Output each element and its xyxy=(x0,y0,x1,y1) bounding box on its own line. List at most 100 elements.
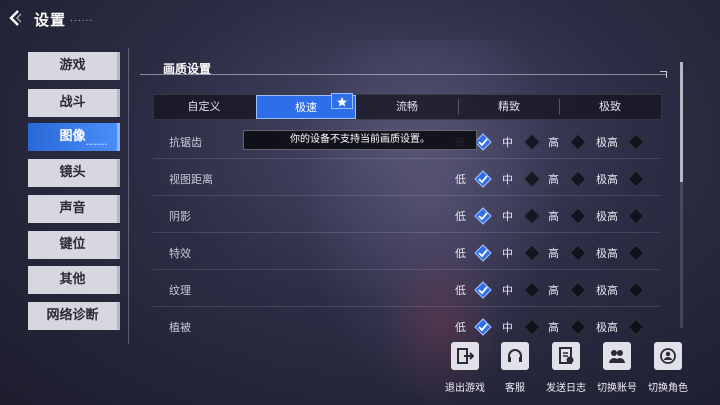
option-selected-radio[interactable] xyxy=(474,281,492,299)
setting-label: 视图距离 xyxy=(169,173,213,186)
switch-character-button[interactable]: 切换角色 xyxy=(638,342,698,394)
sidebar-item-other[interactable]: 其他 xyxy=(28,266,120,294)
star-icon xyxy=(337,97,347,107)
quality-preset-bar: 自定义 极速 流畅 精致 极致 xyxy=(153,94,662,120)
option-label: 低 xyxy=(455,173,466,186)
option-label: 高 xyxy=(548,173,559,186)
setting-label: 特效 xyxy=(169,247,191,260)
preset-fine[interactable]: 精致 xyxy=(459,95,559,119)
option-label: 极高 xyxy=(596,284,618,297)
scrollbar-thumb[interactable] xyxy=(680,62,683,182)
check-diamond-icon xyxy=(474,281,492,299)
option-radio[interactable] xyxy=(523,133,541,151)
option-label: 低 xyxy=(455,210,466,223)
title-decoration: ...... xyxy=(70,14,94,24)
option-selected-radio[interactable] xyxy=(474,207,492,225)
back-button[interactable] xyxy=(6,9,24,27)
send-log-icon-box xyxy=(552,342,580,370)
sidebar-item-graphics[interactable]: 图像 ........ xyxy=(28,123,120,151)
switch-account-icon xyxy=(609,350,625,363)
switch-account-icon-box xyxy=(603,342,631,370)
option-label: 中 xyxy=(502,210,513,223)
sidebar-divider xyxy=(128,48,129,344)
option-label: 低 xyxy=(455,247,466,260)
option-label: 高 xyxy=(548,210,559,223)
row-divider xyxy=(153,232,660,233)
recommended-badge xyxy=(331,93,353,109)
sidebar-item-camera[interactable]: 镜头 xyxy=(28,159,120,187)
option-radio[interactable] xyxy=(523,244,541,262)
option-label: 中 xyxy=(502,321,513,334)
chevron-left-icon xyxy=(9,10,22,26)
option-label: 中 xyxy=(502,284,513,297)
option-radio[interactable] xyxy=(569,244,587,262)
setting-row: 特效 低 中 高 极高 xyxy=(153,234,660,270)
sidebar-item-label: 图像 xyxy=(59,129,86,144)
check-diamond-icon xyxy=(474,207,492,225)
option-selected-radio[interactable] xyxy=(474,170,492,188)
headset-icon xyxy=(508,349,522,362)
header: 设置 ...... xyxy=(0,0,160,36)
option-radio[interactable] xyxy=(523,170,541,188)
setting-row: 阴影 低 中 高 极高 xyxy=(153,197,660,233)
sidebar-item-game[interactable]: 游戏 xyxy=(28,52,120,80)
option-radio[interactable] xyxy=(627,281,645,299)
preset-smooth[interactable]: 流畅 xyxy=(357,95,457,119)
option-label: 极高 xyxy=(596,136,618,149)
setting-label: 纹理 xyxy=(169,284,191,297)
exit-door-icon xyxy=(457,348,474,364)
option-label: 高 xyxy=(548,136,559,149)
sidebar-item-combat[interactable]: 战斗 xyxy=(28,89,120,117)
preset-custom[interactable]: 自定义 xyxy=(154,95,254,119)
option-label: 极高 xyxy=(596,173,618,186)
setting-row: 植被 低 中 高 极高 xyxy=(153,308,660,344)
option-radio[interactable] xyxy=(627,207,645,225)
option-selected-radio[interactable] xyxy=(474,244,492,262)
option-selected-radio[interactable] xyxy=(474,318,492,336)
option-label: 高 xyxy=(548,284,559,297)
option-radio[interactable] xyxy=(627,170,645,188)
exit-game-icon-box xyxy=(451,342,479,370)
option-label: 低 xyxy=(455,321,466,334)
option-radio[interactable] xyxy=(569,133,587,151)
row-divider xyxy=(153,306,660,307)
option-label: 极高 xyxy=(596,247,618,260)
option-radio[interactable] xyxy=(523,281,541,299)
section-divider-end xyxy=(660,71,667,78)
row-divider xyxy=(153,269,660,270)
option-radio[interactable] xyxy=(569,170,587,188)
customer-service-icon-box xyxy=(501,342,529,370)
option-radio[interactable] xyxy=(569,318,587,336)
option-radio[interactable] xyxy=(627,244,645,262)
sidebar-item-network[interactable]: 网络诊断 xyxy=(28,302,120,330)
check-diamond-icon xyxy=(474,170,492,188)
section-divider xyxy=(140,74,666,75)
switch-character-icon xyxy=(660,348,676,364)
option-label: 极高 xyxy=(596,210,618,223)
page-title: 设置 xyxy=(34,11,67,29)
option-radio[interactable] xyxy=(627,133,645,151)
preset-ultimate[interactable]: 极致 xyxy=(560,95,660,119)
row-divider xyxy=(153,195,660,196)
option-radio[interactable] xyxy=(569,281,587,299)
option-label: 高 xyxy=(548,247,559,260)
setting-label: 阴影 xyxy=(169,210,191,223)
row-divider xyxy=(153,158,660,159)
active-indicator-dots: ........ xyxy=(85,139,107,147)
option-label: 高 xyxy=(548,321,559,334)
setting-row: 视图距离 低 中 高 极高 xyxy=(153,160,660,196)
option-radio[interactable] xyxy=(523,207,541,225)
check-diamond-icon xyxy=(474,318,492,336)
option-radio[interactable] xyxy=(627,318,645,336)
option-label: 中 xyxy=(502,173,513,186)
setting-label: 植被 xyxy=(169,321,191,334)
option-radio[interactable] xyxy=(569,207,587,225)
option-label: 极高 xyxy=(596,321,618,334)
option-radio[interactable] xyxy=(523,318,541,336)
send-log-icon xyxy=(559,347,574,364)
sidebar-item-audio[interactable]: 声音 xyxy=(28,195,120,223)
setting-label: 抗锯齿 xyxy=(169,136,202,149)
sidebar-item-keybinds[interactable]: 键位 xyxy=(28,231,120,259)
check-diamond-icon xyxy=(474,244,492,262)
option-label: 中 xyxy=(502,247,513,260)
